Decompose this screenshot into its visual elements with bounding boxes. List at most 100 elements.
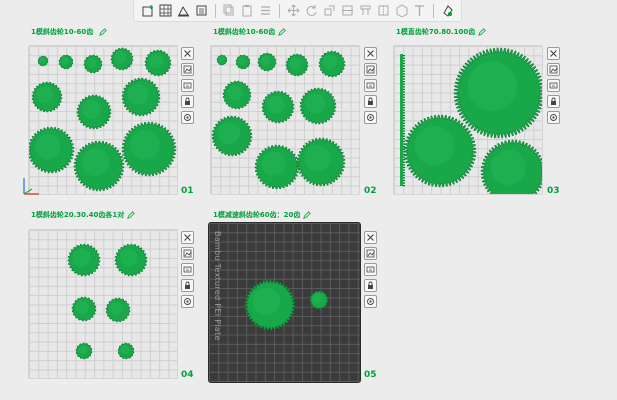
settings-icon — [367, 298, 374, 305]
gear-model[interactable] — [37, 55, 49, 67]
plate-2-bed[interactable] — [210, 45, 360, 195]
move-icon — [287, 4, 300, 17]
gear-model[interactable] — [211, 115, 253, 157]
remove-plate-button[interactable] — [181, 47, 194, 60]
gear-model[interactable] — [58, 54, 74, 70]
edit-icon[interactable] — [99, 28, 108, 36]
gear-model[interactable] — [114, 243, 148, 277]
arrange-plate-button[interactable] — [181, 247, 194, 260]
orient-button[interactable] — [176, 3, 191, 18]
plate-5-bed[interactable]: Bambu Textured PEI Plate — [208, 222, 361, 383]
gear-model[interactable] — [144, 49, 172, 77]
plate-1-actions — [181, 47, 194, 124]
plate-settings-button[interactable] — [364, 111, 377, 124]
orient-plate-button[interactable] — [181, 79, 194, 92]
rotate-button[interactable] — [304, 3, 319, 18]
plate-title-text: 1模直齿轮70.80.100齿 — [396, 28, 476, 36]
gear-model[interactable] — [29, 126, 75, 174]
arrange-plate-icon — [549, 65, 558, 74]
gear-model[interactable] — [117, 342, 135, 360]
plate-4-title: 1模斜齿轮20.30.40齿各1对 — [31, 210, 136, 220]
remove-plate-button[interactable] — [547, 47, 560, 60]
orient-plate-button[interactable] — [364, 79, 377, 92]
plate-3-actions — [547, 47, 560, 124]
gear-model[interactable] — [73, 140, 125, 192]
gear-model[interactable] — [254, 144, 300, 190]
remove-plate-button[interactable] — [181, 231, 194, 244]
arrange-plate-button[interactable] — [547, 63, 560, 76]
lock-plate-button[interactable] — [547, 95, 560, 108]
gear-model[interactable] — [403, 114, 477, 188]
lock-plate-button[interactable] — [364, 279, 377, 292]
gear-model[interactable] — [235, 54, 251, 70]
edit-icon[interactable] — [127, 211, 136, 219]
gear-model[interactable] — [480, 139, 542, 194]
gear-model[interactable] — [216, 54, 228, 66]
gear-model[interactable] — [244, 279, 296, 331]
edit-icon[interactable] — [303, 211, 312, 219]
plate-4-bed[interactable] — [28, 229, 178, 379]
gear-model[interactable] — [67, 243, 101, 277]
gear-model[interactable] — [285, 53, 309, 77]
assembly-button[interactable] — [440, 3, 455, 18]
plate-settings-button[interactable] — [547, 111, 560, 124]
remove-plate-button[interactable] — [364, 231, 377, 244]
arrange-plate-button[interactable] — [181, 63, 194, 76]
gear-model[interactable] — [261, 90, 295, 124]
orient-plate-button[interactable] — [181, 263, 194, 276]
orient-plate-icon — [183, 266, 192, 273]
gear-model[interactable] — [83, 54, 103, 74]
assembly-icon — [443, 5, 453, 17]
gear-model[interactable] — [296, 137, 346, 187]
split-button[interactable] — [258, 3, 273, 18]
lock-plate-button[interactable] — [364, 95, 377, 108]
gear-model[interactable] — [76, 94, 112, 130]
lock-plate-button[interactable] — [181, 95, 194, 108]
gear-rack[interactable] — [400, 54, 405, 187]
scale-button[interactable] — [322, 3, 337, 18]
copy-button[interactable] — [222, 3, 237, 18]
gear-model[interactable] — [318, 50, 346, 78]
close-icon — [367, 50, 374, 57]
text-button[interactable] — [412, 3, 427, 18]
arrange-plate-button[interactable] — [364, 247, 377, 260]
seam-icon — [378, 5, 389, 16]
gear-model[interactable] — [257, 52, 277, 72]
gear-model[interactable] — [309, 290, 329, 310]
plate-settings-button[interactable] — [364, 295, 377, 308]
measure-button[interactable] — [394, 3, 409, 18]
gear-model[interactable] — [121, 121, 177, 177]
add-plate-button[interactable] — [140, 3, 155, 18]
arrange-button[interactable] — [158, 3, 173, 18]
gear-model[interactable] — [121, 77, 161, 117]
gear-model[interactable] — [222, 80, 252, 110]
plate-title-text: 1模斜齿轮10-60齿 — [213, 28, 276, 36]
lock-icon — [551, 97, 556, 105]
gear-model[interactable] — [71, 296, 97, 322]
plate-settings-button[interactable] — [181, 111, 194, 124]
support-paint-button[interactable] — [358, 3, 373, 18]
plate-2-actions — [364, 47, 377, 124]
seam-button[interactable] — [376, 3, 391, 18]
cut-button[interactable] — [340, 3, 355, 18]
arrange-plate-button[interactable] — [364, 63, 377, 76]
remove-plate-button[interactable] — [364, 47, 377, 60]
edit-icon[interactable] — [278, 28, 287, 36]
layers-button[interactable] — [194, 3, 209, 18]
gear-model[interactable] — [299, 87, 337, 125]
gear-model[interactable] — [453, 47, 542, 139]
plate-1-bed[interactable] — [23, 45, 178, 195]
paste-button[interactable] — [240, 3, 255, 18]
gear-model[interactable] — [110, 47, 134, 71]
orient-plate-button[interactable] — [364, 263, 377, 276]
gear-model[interactable] — [105, 297, 131, 323]
lock-plate-button[interactable] — [181, 279, 194, 292]
orient-plate-button[interactable] — [547, 79, 560, 92]
gear-model[interactable] — [75, 342, 93, 360]
plate-3-bed[interactable] — [393, 45, 543, 195]
plate-settings-button[interactable] — [181, 295, 194, 308]
arrange-plate-icon — [183, 249, 192, 258]
edit-icon[interactable] — [478, 28, 487, 36]
gear-model[interactable] — [31, 81, 63, 113]
move-button[interactable] — [286, 3, 301, 18]
